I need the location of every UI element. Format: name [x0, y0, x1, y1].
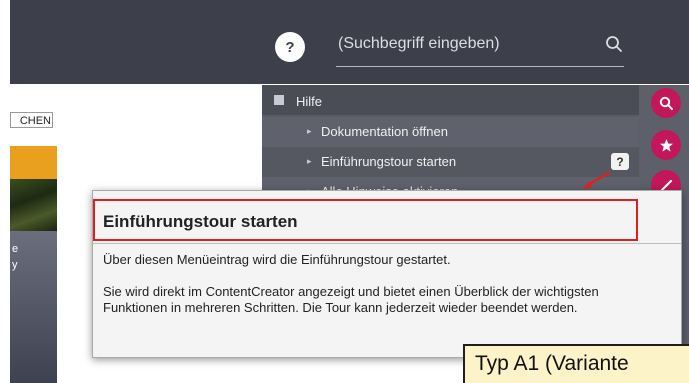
search-input[interactable]: (Suchbegriff eingeben)	[338, 35, 500, 53]
help-menu-title: Hilfe	[296, 94, 323, 109]
tooltip-title: Einführungstour starten	[103, 212, 298, 231]
left-image	[10, 179, 57, 231]
chevron-right-icon: ▸	[307, 126, 312, 136]
left-photo: e y	[10, 231, 57, 383]
tooltip-divider	[93, 243, 681, 244]
left-orange-banner	[10, 146, 57, 179]
star-icon[interactable]	[651, 130, 681, 160]
menu-item-documentation[interactable]: ▸ Dokumentation öffnen	[262, 117, 639, 147]
left-button[interactable]: CHEN	[10, 112, 53, 128]
help-badge-icon[interactable]: ?	[611, 153, 629, 170]
tooltip-paragraph: Über diesen Menüeintrag wird die Einführ…	[103, 252, 451, 267]
red-arrow-annotation	[582, 171, 611, 189]
book-icon	[274, 95, 284, 105]
annotation-label: Typ A1 (Variante	[475, 352, 629, 375]
tooltip-paragraph: Sie wird direkt im ContentCreator angeze…	[103, 284, 599, 315]
photo-text-fragment: y	[12, 259, 18, 271]
tooltip-intro-tour: Einführungstour starten Über diesen Menü…	[92, 190, 682, 358]
search-icon[interactable]	[605, 35, 623, 53]
search-icon[interactable]	[651, 88, 681, 118]
menu-item-label: Einführungstour starten	[321, 154, 457, 169]
photo-text-fragment: e	[12, 243, 19, 255]
menu-item-label: Dokumentation öffnen	[321, 124, 448, 139]
help-icon[interactable]: ?	[275, 32, 305, 62]
chevron-right-icon: ▸	[307, 156, 312, 166]
annotation-label-box: Typ A1 (Variante	[463, 344, 689, 383]
search-input-underline	[336, 66, 624, 67]
top-bar: ? (Suchbegriff eingeben)	[10, 0, 689, 84]
